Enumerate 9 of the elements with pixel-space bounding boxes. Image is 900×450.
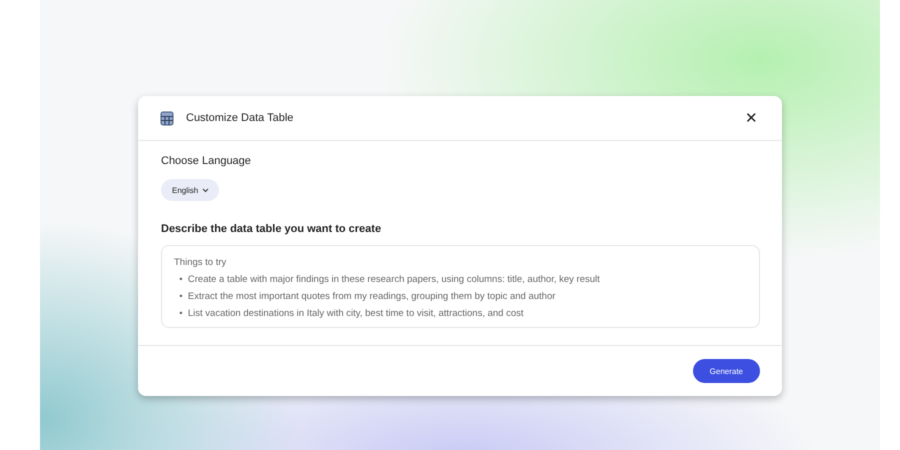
chevron-icon bbox=[202, 188, 210, 192]
dialog-title: Customize Data Table bbox=[186, 112, 294, 124]
language-dropdown[interactable]: English bbox=[161, 179, 220, 201]
description-field[interactable]: Things to try • Create a table with major findings in these research papers, using columns: title, author, key result • Extract the most important quotes from my readings, grouping them by topic and author • List vacation destinations in Italy with city, best time to visit, attractions, and cost bbox=[161, 245, 760, 328]
table-icon bbox=[160, 110, 174, 126]
description-label: Describe the data table you want to create bbox=[161, 223, 382, 235]
language-label: Choose Language bbox=[161, 155, 252, 167]
generate-button[interactable]: Generate bbox=[692, 359, 760, 383]
close-button[interactable]: ✕ bbox=[741, 107, 762, 129]
